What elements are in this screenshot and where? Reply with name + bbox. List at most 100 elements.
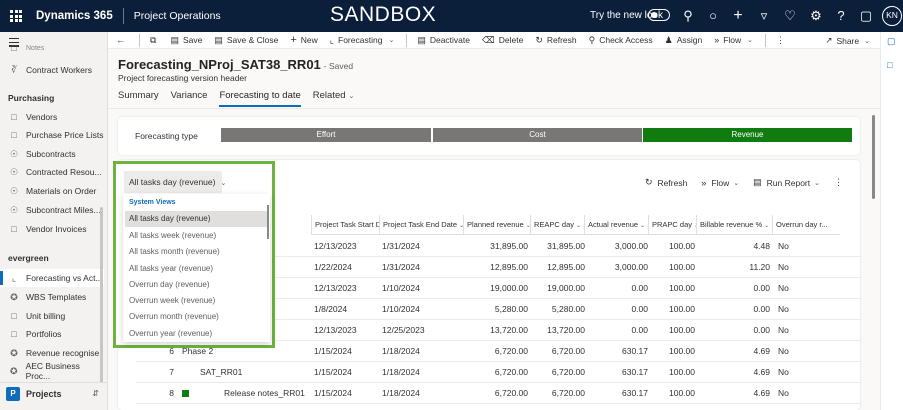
forecasting-type-effort[interactable]: Effort xyxy=(221,128,431,142)
refresh-label: Refresh xyxy=(546,35,577,45)
cell-task-name[interactable]: SAT_RR01 xyxy=(200,362,242,383)
sidebar-item-unit-billing[interactable]: □ Unit billing xyxy=(0,307,104,325)
sidebar-item-revenue-recognise[interactable]: ✪ Revenue recognise xyxy=(0,344,104,362)
app-launcher-icon[interactable] xyxy=(10,10,22,22)
copilot-icon[interactable]: ▢ xyxy=(887,36,896,47)
sidebar-item-forecasting-vs-actuals[interactable]: ⌞ Forecasting vs Act... xyxy=(0,269,104,287)
chat-icon[interactable]: ▢ xyxy=(858,8,874,24)
new-button[interactable]: + New xyxy=(290,34,317,46)
grid-more-button[interactable]: ⋮ xyxy=(834,177,848,188)
cell-prapc-day: 100.00 xyxy=(669,304,695,314)
column-header-reapc-day[interactable]: REAPC day ⌄ xyxy=(530,215,584,234)
refresh-button[interactable]: ↻ Refresh xyxy=(535,35,576,46)
column-header-prapc-day[interactable]: PRAPC day⌄ xyxy=(648,215,696,234)
more-commands-button[interactable]: ⋮ xyxy=(776,35,789,46)
app-name[interactable]: Project Operations xyxy=(134,10,221,22)
assign-button[interactable]: ♟ Assign xyxy=(665,35,703,46)
tab-summary[interactable]: Summary xyxy=(118,90,159,107)
deactivate-button[interactable]: ▤ Deactivate xyxy=(417,35,470,46)
sidebar-item-contracted-resources[interactable]: ☉ Contracted Resou... xyxy=(0,163,104,181)
view-option-overrun-week[interactable]: Overrun week (revenue) xyxy=(125,293,268,309)
sidebar-item-notes[interactable]: □ Notes xyxy=(0,44,104,52)
share-button[interactable]: ↗ Share ⌄ xyxy=(825,32,870,49)
popout-button[interactable]: ⧉ xyxy=(150,35,160,46)
cell-prapc-day: 100.00 xyxy=(669,262,695,272)
dropdown-scrollbar[interactable] xyxy=(267,205,269,239)
save-button[interactable]: ▤ Save xyxy=(170,35,202,46)
column-header-planned-revenue[interactable]: Planned revenue⌄ xyxy=(463,215,530,234)
bell-icon[interactable]: ♡ xyxy=(782,8,798,24)
cell-task-name[interactable]: Release notes_RR01 xyxy=(224,383,305,404)
search-icon[interactable]: ⚲ xyxy=(680,8,696,24)
flow-label: Flow xyxy=(723,35,742,45)
sidebar-item-label: Subcontract Miles... xyxy=(26,205,101,215)
column-header-start-date[interactable]: Project Task Start Date xyxy=(311,215,379,234)
delete-button[interactable]: ⌫ Delete xyxy=(482,35,523,46)
check-access-button[interactable]: ⚲ Check Access xyxy=(589,35,653,46)
view-option-all-tasks-month[interactable]: All tasks month (revenue) xyxy=(125,244,268,260)
forecasting-type-revenue[interactable]: Revenue xyxy=(642,128,852,142)
sidebar-item-contract-workers[interactable]: ∛ Contract Workers xyxy=(0,61,104,79)
tab-variance[interactable]: Variance xyxy=(171,90,208,107)
column-header-overrun-day[interactable]: Overrun day r... xyxy=(772,215,840,234)
sidebar-item-purchase-price-lists[interactable]: □ Purchase Price Lists xyxy=(0,126,104,144)
column-header-label: Planned revenue xyxy=(467,220,524,229)
sidebar-item-vendors[interactable]: □ Vendors xyxy=(0,108,104,126)
cell-planned-revenue: 6,720.00 xyxy=(494,346,528,356)
grid-refresh-button[interactable]: ↻ Refresh xyxy=(645,177,687,188)
chevron-down-icon: ⌄ xyxy=(220,180,227,187)
assign-label: Assign xyxy=(676,35,703,45)
save-close-button[interactable]: ▤ Save & Close xyxy=(214,35,278,46)
try-new-look-toggle[interactable] xyxy=(648,9,670,21)
save-status: - Saved xyxy=(323,61,354,71)
sidebar-item-wbs-templates[interactable]: ✪ WBS Templates xyxy=(0,288,104,306)
view-option-overrun-year[interactable]: Overrun year (revenue) xyxy=(125,326,268,342)
teams-icon[interactable]: □ xyxy=(887,60,892,70)
cell-prapc-day: 100.00 xyxy=(669,241,695,251)
filter-icon[interactable]: ▿ xyxy=(756,8,772,24)
grid-run-report-button[interactable]: ▤ Run Report ⌄ xyxy=(753,177,820,188)
view-option-all-tasks-week[interactable]: All tasks week (revenue) xyxy=(125,228,268,244)
column-header-end-date[interactable]: Project Task End Date⌄ xyxy=(379,215,463,234)
main-scrollbar[interactable] xyxy=(872,115,875,199)
sidebar-item-materials-on-order[interactable]: ☉ Materials on Order xyxy=(0,182,104,200)
grid-flow-button[interactable]: » Flow ⌄ xyxy=(701,178,739,188)
help-icon[interactable]: ? xyxy=(833,8,849,24)
tab-related[interactable]: Related ⌄ xyxy=(313,90,355,107)
view-selector-label: All tasks day (revenue) xyxy=(129,177,216,187)
cell-billable-revenue: 4.48 xyxy=(753,241,770,251)
cell-billable-revenue: 0.00 xyxy=(753,283,770,293)
gear-icon[interactable]: ⚙ xyxy=(808,8,824,24)
sidebar-item-portfolios[interactable]: □ Portfolios xyxy=(0,325,104,343)
lightbulb-icon[interactable]: ○ xyxy=(705,8,721,24)
forecasting-button[interactable]: ⌞ Forecasting ⌄ xyxy=(330,35,395,46)
column-header-billable-revenue[interactable]: Billable revenue % ⌄ xyxy=(696,215,772,234)
sandbox-banner: SANDBOX xyxy=(330,3,437,26)
sidebar-scrollbar[interactable] xyxy=(100,207,103,397)
area-switcher[interactable]: P Projects ⇵ xyxy=(0,382,107,404)
cell-start-date: 12/13/2023 xyxy=(314,325,357,335)
view-selector[interactable]: All tasks day (revenue) ⌄ xyxy=(124,171,226,193)
view-option-overrun-day[interactable]: Overrun day (revenue) xyxy=(125,277,268,293)
sidebar-item-label: Vendors xyxy=(26,112,58,122)
avatar[interactable]: KN xyxy=(882,6,902,26)
sidebar-item-subcontracts[interactable]: ☉ Subcontracts xyxy=(0,145,104,163)
cell-actual-revenue: 3,000.00 xyxy=(614,241,648,251)
brand-name[interactable]: Dynamics 365 xyxy=(36,10,113,22)
view-option-all-tasks-year[interactable]: All tasks year (revenue) xyxy=(125,261,268,277)
forecasting-type-card: Forecasting type Effort Cost Revenue xyxy=(118,117,860,155)
column-header-actual-revenue[interactable]: Actual revenue ⌄ xyxy=(584,215,648,234)
view-option-all-tasks-day[interactable]: All tasks day (revenue) xyxy=(125,211,268,227)
flow-button[interactable]: » Flow ⌄ xyxy=(714,35,753,45)
sidebar-item-aec-business-process[interactable]: ✪ AEC Business Proc... xyxy=(0,361,104,381)
more-icon: ⋮ xyxy=(776,34,786,45)
forecasting-type-cost[interactable]: Cost xyxy=(432,128,642,142)
view-option-overrun-month[interactable]: Overrun month (revenue) xyxy=(125,309,268,325)
back-button[interactable]: ← xyxy=(116,35,129,45)
sidebar-item-vendor-invoices[interactable]: □ Vendor Invoices xyxy=(0,220,104,238)
table-row[interactable]: 8 Release notes_RR01 1/15/2024 1/18/2024… xyxy=(136,383,860,404)
table-row[interactable]: 7 SAT_RR01 1/15/2024 1/18/2024 6,720.00 … xyxy=(136,362,860,383)
plus-icon[interactable]: + xyxy=(730,8,746,24)
sidebar-item-subcontract-milestones[interactable]: ☉ Subcontract Miles... xyxy=(0,201,104,219)
tab-forecasting-to-date[interactable]: Forecasting to date xyxy=(219,90,301,107)
